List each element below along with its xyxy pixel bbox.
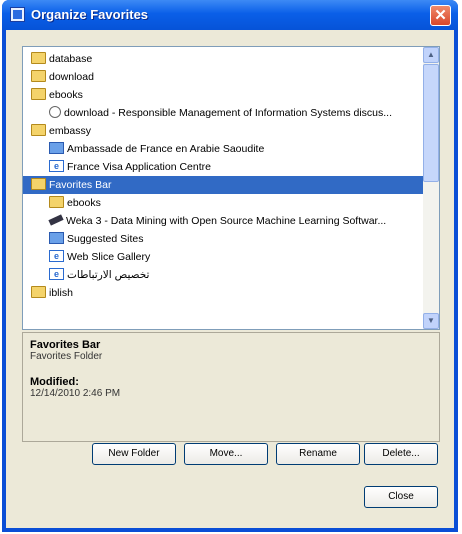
- modified-label: Modified:: [30, 376, 79, 388]
- tree-item[interactable]: Ambassade de France en Arabie Saoudite: [49, 140, 270, 158]
- dialog-client-area: database download ebooks download - Respons…: [6, 30, 454, 528]
- tree-item[interactable]: embassy: [31, 122, 97, 140]
- tree-item-label: تخصيص الارتباطات: [67, 269, 150, 281]
- tree-item-label: Web Slice Gallery: [67, 251, 151, 263]
- folder-icon: [49, 196, 64, 209]
- tree-item[interactable]: ebooks: [49, 194, 107, 212]
- link-icon: [49, 142, 64, 155]
- vertical-scrollbar[interactable]: ▲ ▼: [423, 47, 439, 329]
- folder-icon: [31, 178, 46, 191]
- organize-favorites-window: Organize Favorites ✕ database download ebo…: [2, 0, 458, 532]
- folder-icon: [31, 52, 46, 65]
- ie-icon: e: [49, 250, 64, 263]
- tree-item-label: Favorites Bar: [49, 179, 112, 191]
- folder-icon: [31, 286, 46, 299]
- new-folder-button[interactable]: New Folder: [92, 443, 176, 465]
- favorites-tree-list: database download ebooks download - Respons…: [23, 47, 423, 329]
- tree-item-label: France Visa Application Centre: [67, 161, 211, 173]
- tree-item-label: Weka 3 - Data Mining with Open Source Ma…: [66, 215, 387, 227]
- scroll-down-button[interactable]: ▼: [423, 313, 439, 329]
- selected-item-name: Favorites Bar: [30, 339, 101, 351]
- tree-item[interactable]: download - Responsible Management of Inf…: [49, 104, 398, 122]
- tree-item[interactable]: ebooks: [31, 86, 89, 104]
- tree-item[interactable]: e تخصيص الارتباطات: [49, 266, 155, 284]
- move-button[interactable]: Move...: [184, 443, 268, 465]
- close-button[interactable]: Close: [364, 486, 438, 508]
- folder-icon: [31, 88, 46, 101]
- tree-item[interactable]: Favorites Bar: [23, 176, 423, 194]
- close-window-button[interactable]: ✕: [430, 5, 451, 26]
- tree-item[interactable]: Weka 3 - Data Mining with Open Source Ma…: [48, 212, 392, 230]
- ie-icon: e: [49, 268, 64, 281]
- details-panel: Favorites Bar Favorites Folder Modified:…: [22, 332, 440, 442]
- link-icon: [49, 232, 64, 245]
- modified-value: 12/14/2010 2:46 PM: [30, 388, 121, 399]
- favorites-icon: [10, 7, 25, 22]
- ie-icon: e: [49, 160, 64, 173]
- favorites-tree[interactable]: database download ebooks download - Respons…: [22, 46, 440, 330]
- tree-item-label: Suggested Sites: [67, 233, 144, 245]
- page-icon: [49, 106, 61, 119]
- tree-item[interactable]: download: [31, 68, 100, 86]
- scroll-thumb[interactable]: [423, 64, 439, 182]
- tree-item-label: download - Responsible Management of Inf…: [64, 107, 392, 119]
- tree-item-label: ebooks: [67, 197, 101, 209]
- weka-icon: [48, 214, 64, 226]
- tree-item[interactable]: e Web Slice Gallery: [49, 248, 156, 266]
- tree-item[interactable]: Suggested Sites: [49, 230, 149, 248]
- delete-button[interactable]: Delete...: [364, 443, 438, 465]
- tree-item-label: ebooks: [49, 89, 83, 101]
- scroll-up-button[interactable]: ▲: [423, 47, 439, 63]
- tree-item-label: embassy: [49, 125, 92, 137]
- title-bar[interactable]: Organize Favorites ✕: [2, 0, 458, 30]
- tree-item-label: database: [49, 53, 93, 65]
- tree-item-label: Ambassade de France en Arabie Saoudite: [67, 143, 265, 155]
- folder-icon: [31, 124, 46, 137]
- tree-item[interactable]: iblish: [31, 284, 79, 302]
- tree-item-label: iblish: [49, 287, 73, 299]
- tree-item-label: download: [49, 71, 94, 83]
- tree-item[interactable]: database: [31, 50, 98, 68]
- tree-item[interactable]: e France Visa Application Centre: [49, 158, 217, 176]
- selected-item-type: Favorites Folder: [30, 351, 103, 362]
- window-title: Organize Favorites: [31, 7, 149, 22]
- folder-icon: [31, 70, 46, 83]
- rename-button[interactable]: Rename: [276, 443, 360, 465]
